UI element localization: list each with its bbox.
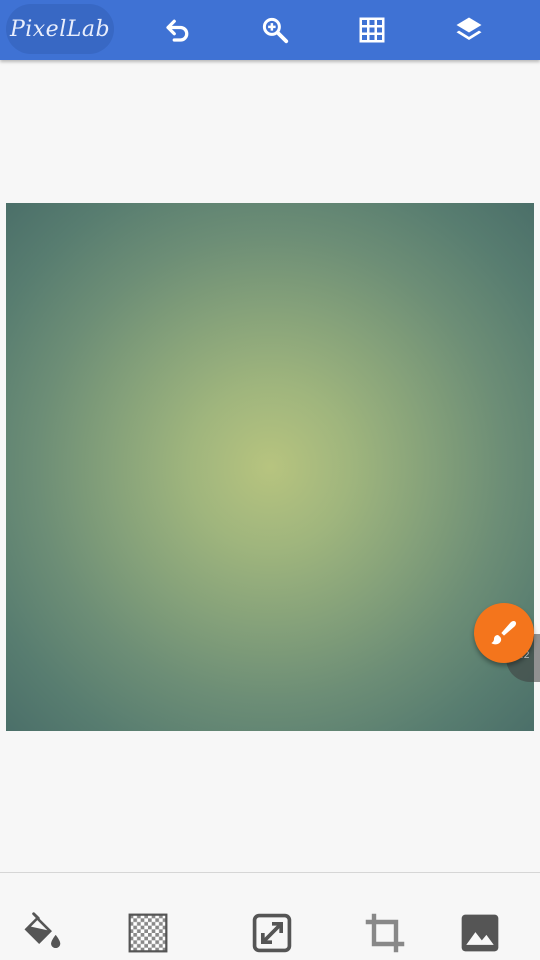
layers-icon [456,17,482,40]
crop-button[interactable] [361,909,409,957]
zoom-in-icon [262,17,289,44]
design-canvas[interactable] [6,203,534,731]
zoom-button[interactable] [251,6,299,54]
grid-button[interactable] [348,6,396,54]
top-toolbar: PixelLab [0,0,540,60]
app-logo[interactable]: PixelLab [6,4,114,54]
image-button[interactable] [456,909,504,957]
resize-button[interactable] [248,909,296,957]
background-fill-button[interactable] [17,909,65,957]
undo-icon [166,19,189,42]
layers-button[interactable] [445,6,493,54]
grid-icon [359,17,385,43]
image-icon [461,914,499,952]
bottom-toolbar [0,872,540,960]
brush-fab-button[interactable] [474,603,534,663]
brush-icon [491,620,517,645]
paint-bucket-icon [24,912,61,949]
undo-button[interactable] [154,6,202,54]
crop-icon [365,913,405,953]
app-root: PixelLab [0,0,540,960]
transparency-button[interactable] [124,909,172,957]
resize-icon [252,913,292,953]
transparency-icon [128,913,168,953]
